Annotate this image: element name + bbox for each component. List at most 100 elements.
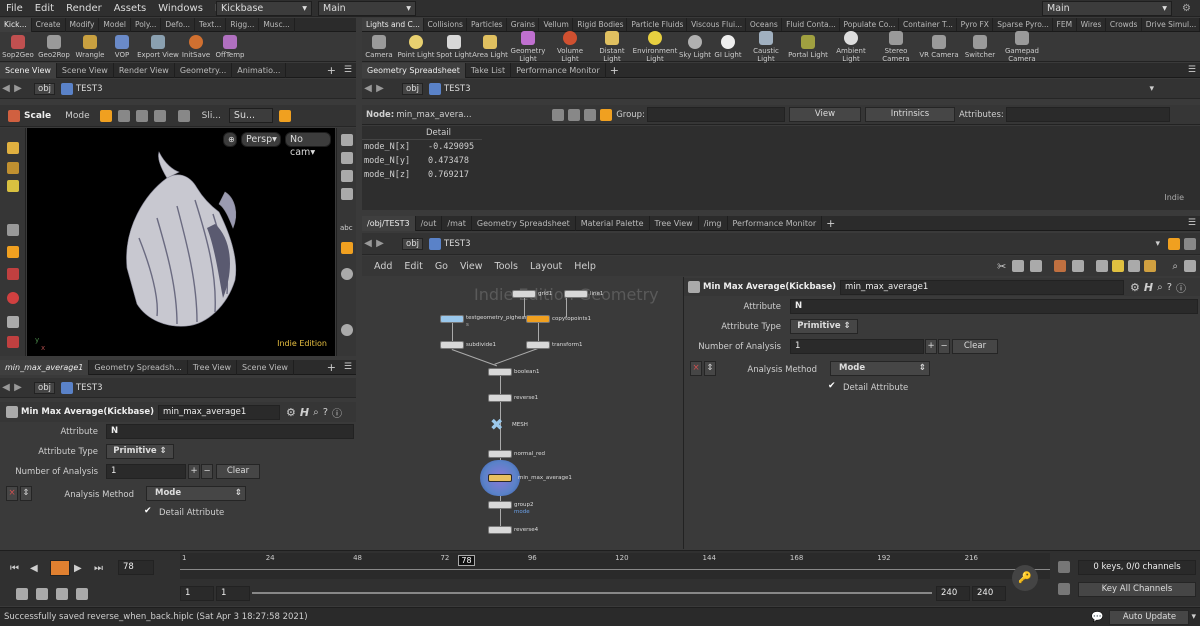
switcher-tool[interactable]: Switcher [960,34,1000,59]
pin-icon[interactable] [1168,237,1180,250]
skip-end-icon[interactable]: ⏭ [94,563,114,574]
shelf-tab[interactable]: Text... [195,17,227,32]
current-frame-field[interactable]: 78 [118,560,154,575]
shelf-tab[interactable]: Defo... [161,17,196,32]
render-tool-icon[interactable] [7,336,19,348]
pane-menu-icon[interactable]: ☰ [340,362,356,372]
skip-start-icon[interactable]: ⏮ [10,563,30,574]
intrinsics-dropdown[interactable]: Intrinsics [864,107,955,122]
sort-icon[interactable] [1030,260,1043,272]
point-light-tool[interactable]: Point Light [396,34,436,59]
chevron-down-icon[interactable]: ▾ [1191,612,1196,622]
help-icon[interactable]: ? [323,407,328,418]
shelf-tab[interactable]: Sparse Pyro... [993,18,1053,31]
key-all-channels-button[interactable]: Key All Channels [1078,582,1196,597]
attribute-field[interactable]: N [106,424,354,439]
search-icon[interactable]: ⌕ [313,407,319,418]
shelf-tab[interactable]: Modify [66,17,100,32]
add-tab-icon[interactable]: + [606,64,623,77]
pane-menu-icon[interactable]: ☰ [1184,218,1200,228]
caustic-light-tool[interactable]: Caustic Light [744,30,788,63]
tab-performance-monitor[interactable]: Performance Monitor [511,62,606,78]
node-name-field[interactable]: min_max_average1 [157,404,280,420]
gear-icon[interactable]: ⚙ [1130,281,1140,294]
vop-tool[interactable]: VOP [108,34,136,59]
tab-performance-monitor[interactable]: Performance Monitor [728,215,823,231]
back-arrow-icon[interactable]: ◀ [0,83,12,95]
audio-icon[interactable] [36,588,48,600]
view-icon[interactable] [341,152,353,164]
auto-update-dropdown[interactable]: Auto Update [1109,609,1190,625]
viewport-3d[interactable]: ⊕ Persp▾ No cam▾ y x Indie Edition [27,128,335,356]
back-arrow-icon[interactable]: ◀ [362,83,374,95]
tab-render-view[interactable]: Render View [114,62,175,78]
add-tab-icon[interactable]: + [323,64,340,77]
play-icon[interactable]: ▶ [74,563,94,574]
info-icon[interactable] [341,324,353,336]
shelf-tab[interactable]: Rigid Bodies [573,18,628,31]
ambient-light-tool[interactable]: Ambient Light [828,30,874,63]
tree-icon[interactable] [1012,260,1025,272]
tab-geometry-spreadsheet[interactable]: Geometry Spreadsh... [89,359,188,375]
node-boolean1[interactable] [488,368,512,376]
realtime-icon[interactable] [16,588,28,600]
range-end-field[interactable]: 240 [936,586,970,601]
node-copytopoints1[interactable] [526,315,550,323]
su-dropdown[interactable]: Su... [228,108,273,123]
note-icon[interactable] [1112,260,1125,272]
link-icon[interactable] [1184,237,1196,250]
tab-min-max-average[interactable]: min_max_average1 [0,359,90,375]
wrangle-tool[interactable]: Wrangle [72,34,108,59]
path-dropdown-icon[interactable]: ▾ [1155,239,1160,249]
attribute-type-dropdown[interactable]: Primitive ⇕ [790,319,858,334]
select-tool-icon[interactable] [7,142,19,154]
export-view-tool[interactable]: Export View [136,34,180,59]
sky-light-tool[interactable]: Sky Light [678,34,712,59]
range-start-field-2[interactable]: 1 [216,586,250,601]
menu-assets[interactable]: Assets [108,0,153,17]
back-arrow-icon[interactable]: ◀ [362,238,374,250]
pose-tool-icon[interactable] [7,268,19,280]
shelf-tab[interactable]: Lights and C... [362,18,424,31]
add-tab-icon[interactable]: + [323,361,340,374]
clear-button[interactable]: Clear [952,339,998,354]
play-reverse-icon[interactable]: ◀ [30,563,50,574]
network-canvas[interactable]: Indie Edition Geometry grid1 line1 testg… [362,277,682,549]
group-field[interactable] [646,107,785,122]
search-icon[interactable]: ⌕ [1157,282,1163,293]
handle-tool-icon[interactable] [7,292,19,304]
box-icon[interactable] [1144,260,1157,272]
options-icon[interactable] [76,588,88,600]
text-tool-icon[interactable]: abc [340,224,353,232]
handle-icon[interactable] [177,109,190,122]
info-icon[interactable]: ⓘ [332,405,342,420]
pane-menu-icon[interactable]: ☰ [1184,65,1200,75]
pointer-tool-icon[interactable] [7,224,19,236]
view-icon[interactable] [341,188,353,200]
points-icon[interactable] [552,108,565,121]
tab-out[interactable]: /out [416,215,443,231]
menu-edit[interactable]: Edit [404,261,422,272]
grid-icon[interactable] [1054,260,1067,272]
menu-add[interactable]: Add [374,261,392,272]
tab-mat[interactable]: /mat [442,215,472,231]
forward-arrow-icon[interactable]: ▶ [12,83,24,95]
add-tab-icon[interactable]: + [822,217,839,230]
primitives-icon[interactable] [584,108,597,121]
shelf-tab[interactable]: Rigg... [226,17,260,32]
add-button[interactable]: + [188,464,200,479]
shelf-tab[interactable]: FEM [1053,18,1077,31]
geometry-light-tool[interactable]: Geometry Light [508,30,548,63]
analysis-method-dropdown[interactable]: Mode ⇕ [146,486,246,501]
path-obj[interactable]: obj [402,82,423,95]
check-icon[interactable]: ✔ [828,381,836,391]
attribute-field[interactable]: N [790,299,1198,314]
distant-light-tool[interactable]: Distant Light [592,30,632,63]
attributes-field[interactable] [1005,107,1170,122]
shelf-tab[interactable]: Model [99,17,131,32]
node-name-field[interactable]: min_max_average1 [839,279,1124,295]
tab-geometry-spreadsheet[interactable]: Geometry Spreadsheet [472,215,576,231]
palette-icon[interactable] [1096,260,1109,272]
tab-take-list[interactable]: Take List [466,62,512,78]
forward-arrow-icon[interactable]: ▶ [12,382,24,394]
